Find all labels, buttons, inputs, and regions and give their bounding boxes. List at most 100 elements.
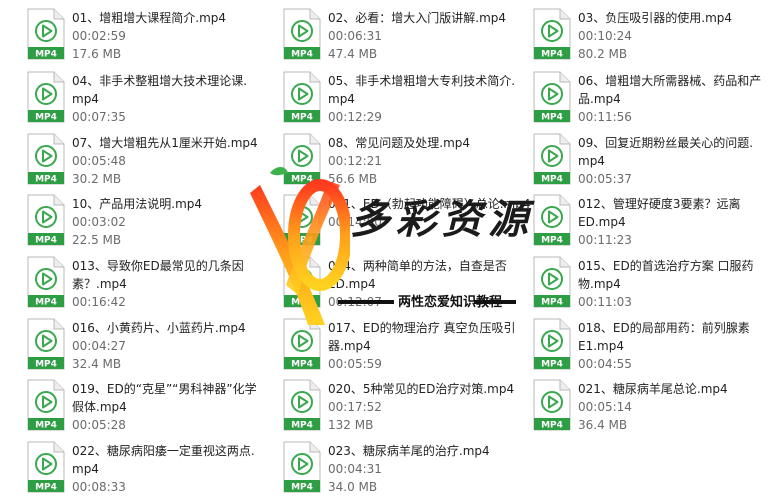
file-item[interactable]: MP4 03、负压吸引器的使用.mp4 00:10:24 80.2 MB	[506, 6, 756, 66]
file-duration: 00:06:31	[328, 29, 382, 43]
file-duration: 00:03:02	[72, 215, 126, 229]
video-file-icon: MP4	[282, 8, 322, 60]
file-name: 011、ED（勃起功能障碍）总论.mp4	[328, 197, 531, 211]
file-duration: 00:05:48	[72, 154, 126, 168]
file-type-badge: MP4	[35, 236, 57, 246]
video-file-icon: MP4	[282, 133, 322, 185]
video-file-icon: MP4	[282, 71, 322, 123]
file-size: 32.4 MB	[72, 357, 122, 371]
video-file-icon: MP4	[282, 194, 322, 246]
file-item[interactable]: MP4 06、增粗增大所需器械、药品和产 品.mp4 00:11:56	[506, 69, 761, 129]
file-size: 132 MB	[328, 418, 374, 432]
file-type-badge: MP4	[291, 483, 313, 493]
file-type-badge: MP4	[35, 360, 57, 370]
file-item[interactable]: MP4 021、糖尿病羊尾总论.mp4 00:05:14 36.4 MB	[506, 377, 756, 437]
file-item[interactable]: MP4 016、小黄药片、小蓝药片.mp4 00:04:27 32.4 MB	[0, 316, 250, 376]
file-name: 08、常见问题及处理.mp4	[328, 136, 471, 150]
file-name: 022、糖尿病阳痿一定重视这两点. mp4	[72, 444, 255, 476]
file-type-badge: MP4	[291, 298, 313, 308]
file-size: 47.4 MB	[328, 47, 378, 61]
file-name: 013、导致你ED最常见的几条因 素？.mp4	[72, 259, 244, 291]
video-file-icon: MP4	[26, 441, 66, 493]
file-duration: 00:11:56	[578, 110, 632, 124]
video-file-icon: MP4	[282, 379, 322, 431]
file-name: 01、增粗增大课程简介.mp4	[72, 11, 227, 25]
file-item[interactable]: MP4 017、ED的物理治疗 真空负压吸引 器.mp4 00:05:59	[256, 316, 516, 376]
file-duration: 00:02:59	[72, 29, 126, 43]
file-duration: 00:12:07	[328, 295, 382, 309]
file-duration: 00:11:23	[578, 233, 632, 247]
file-duration: 00:05:37	[578, 172, 632, 186]
file-item[interactable]: MP4 022、糖尿病阳痿一定重视这两点. mp4 00:08:33	[0, 439, 255, 499]
file-item[interactable]: MP4 10、产品用法说明.mp4 00:03:02 22.5 MB	[0, 192, 250, 252]
file-duration: 00:05:59	[328, 357, 382, 371]
file-size: 36.4 MB	[578, 418, 628, 432]
file-name: 021、糖尿病羊尾总论.mp4	[578, 382, 728, 396]
file-type-badge: MP4	[35, 113, 57, 123]
file-duration: 00:08:33	[72, 480, 126, 494]
file-item[interactable]: MP4 09、回复近期粉丝最关心的问题. mp4 00:05:37	[506, 131, 756, 191]
file-duration: 00:04:31	[328, 462, 382, 476]
file-item[interactable]: MP4 023、糖尿病羊尾的治疗.mp4 00:04:31 34.0 MB	[256, 439, 506, 499]
file-name: 02、必看：增大入门版讲解.mp4	[328, 11, 507, 25]
video-file-icon: MP4	[26, 133, 66, 185]
video-file-icon: MP4	[532, 379, 572, 431]
file-duration: 00:17:52	[328, 400, 382, 414]
file-item[interactable]: MP4 014、两种简单的方法，自查是否 ED.mp4 00:12:07	[256, 254, 507, 314]
file-type-badge: MP4	[35, 483, 57, 493]
file-item[interactable]: MP4 01、增粗增大课程简介.mp4 00:02:59 17.6 MB	[0, 6, 250, 66]
file-item[interactable]: MP4 020、5种常见的ED治疗对策.mp4 00:17:52 132 MB	[256, 377, 514, 437]
file-grid: MP4 01、增粗增大课程简介.mp4 00:02:59 17.6 MB MP4…	[0, 0, 779, 497]
file-type-badge: MP4	[291, 113, 313, 123]
file-item[interactable]: MP4 018、ED的局部用药：前列腺素 E1.mp4 00:04:55	[506, 316, 756, 376]
file-type-badge: MP4	[541, 298, 563, 308]
video-file-icon: MP4	[532, 256, 572, 308]
file-item[interactable]: MP4 05、非手术增粗增大专利技术简介. mp4 00:12:29	[256, 69, 515, 129]
file-duration: 00:10:24	[578, 29, 632, 43]
file-item[interactable]: MP4 015、ED的首选治疗方案 口服药 物.mp4 00:11:03	[506, 254, 756, 314]
file-type-badge: MP4	[541, 50, 563, 60]
file-item[interactable]: MP4 013、导致你ED最常见的几条因 素？.mp4 00:16:42	[0, 254, 250, 314]
file-name: 012、管理好硬度3要素？远离 ED.mp4	[578, 197, 741, 229]
file-type-badge: MP4	[541, 175, 563, 185]
video-file-icon: MP4	[26, 194, 66, 246]
file-type-badge: MP4	[291, 360, 313, 370]
file-size: 34.0 MB	[328, 480, 378, 494]
file-name: 04、非手术整粗增大技术理论课. mp4	[72, 74, 248, 106]
file-name: 023、糖尿病羊尾的治疗.mp4	[328, 444, 490, 458]
file-name: 10、产品用法说明.mp4	[72, 197, 203, 211]
file-duration: 00:07:35	[72, 110, 126, 124]
file-duration: 00:12:29	[328, 110, 382, 124]
file-item[interactable]: MP4 011、ED（勃起功能障碍）总论.mp4 00:14:00	[256, 192, 530, 252]
file-duration: 00:05:28	[72, 418, 126, 432]
file-duration: 00:11:03	[578, 295, 632, 309]
video-file-icon: MP4	[532, 318, 572, 370]
file-item[interactable]: MP4 08、常见问题及处理.mp4 00:12:21 56.6 MB	[256, 131, 506, 191]
file-type-badge: MP4	[35, 421, 57, 431]
file-name: 06、增粗增大所需器械、药品和产 品.mp4	[578, 74, 762, 106]
file-name: 020、5种常见的ED治疗对策.mp4	[328, 382, 515, 396]
file-name: 09、回复近期粉丝最关心的问题. mp4	[578, 136, 754, 168]
file-name: 017、ED的物理治疗 真空负压吸引 器.mp4	[328, 321, 516, 353]
file-item[interactable]: MP4 04、非手术整粗增大技术理论课. mp4 00:07:35	[0, 69, 250, 129]
file-item[interactable]: MP4 019、ED的“克星”“男科神器”化学 假体.mp4 00:05:28	[0, 377, 257, 437]
file-name: 015、ED的首选治疗方案 口服药 物.mp4	[578, 259, 754, 291]
file-duration: 00:04:55	[578, 357, 632, 371]
video-file-icon: MP4	[26, 256, 66, 308]
video-file-icon: MP4	[26, 71, 66, 123]
video-file-icon: MP4	[282, 318, 322, 370]
file-item[interactable]: MP4 012、管理好硬度3要素？远离 ED.mp4 00:11:23	[506, 192, 756, 252]
file-size: 17.6 MB	[72, 47, 122, 61]
file-type-badge: MP4	[541, 421, 563, 431]
file-name: 019、ED的“克星”“男科神器”化学 假体.mp4	[72, 382, 257, 414]
file-type-badge: MP4	[35, 298, 57, 308]
file-type-badge: MP4	[541, 360, 563, 370]
file-size: 30.2 MB	[72, 172, 122, 186]
file-type-badge: MP4	[291, 421, 313, 431]
file-item[interactable]: MP4 07、增大增粗先从1厘米开始.mp4 00:05:48 30.2 MB	[0, 131, 258, 191]
file-duration: 00:04:27	[72, 339, 126, 353]
file-item[interactable]: MP4 02、必看：增大入门版讲解.mp4 00:06:31 47.4 MB	[256, 6, 506, 66]
file-duration: 00:16:42	[72, 295, 126, 309]
file-type-badge: MP4	[291, 50, 313, 60]
file-name: 07、增大增粗先从1厘米开始.mp4	[72, 136, 258, 150]
